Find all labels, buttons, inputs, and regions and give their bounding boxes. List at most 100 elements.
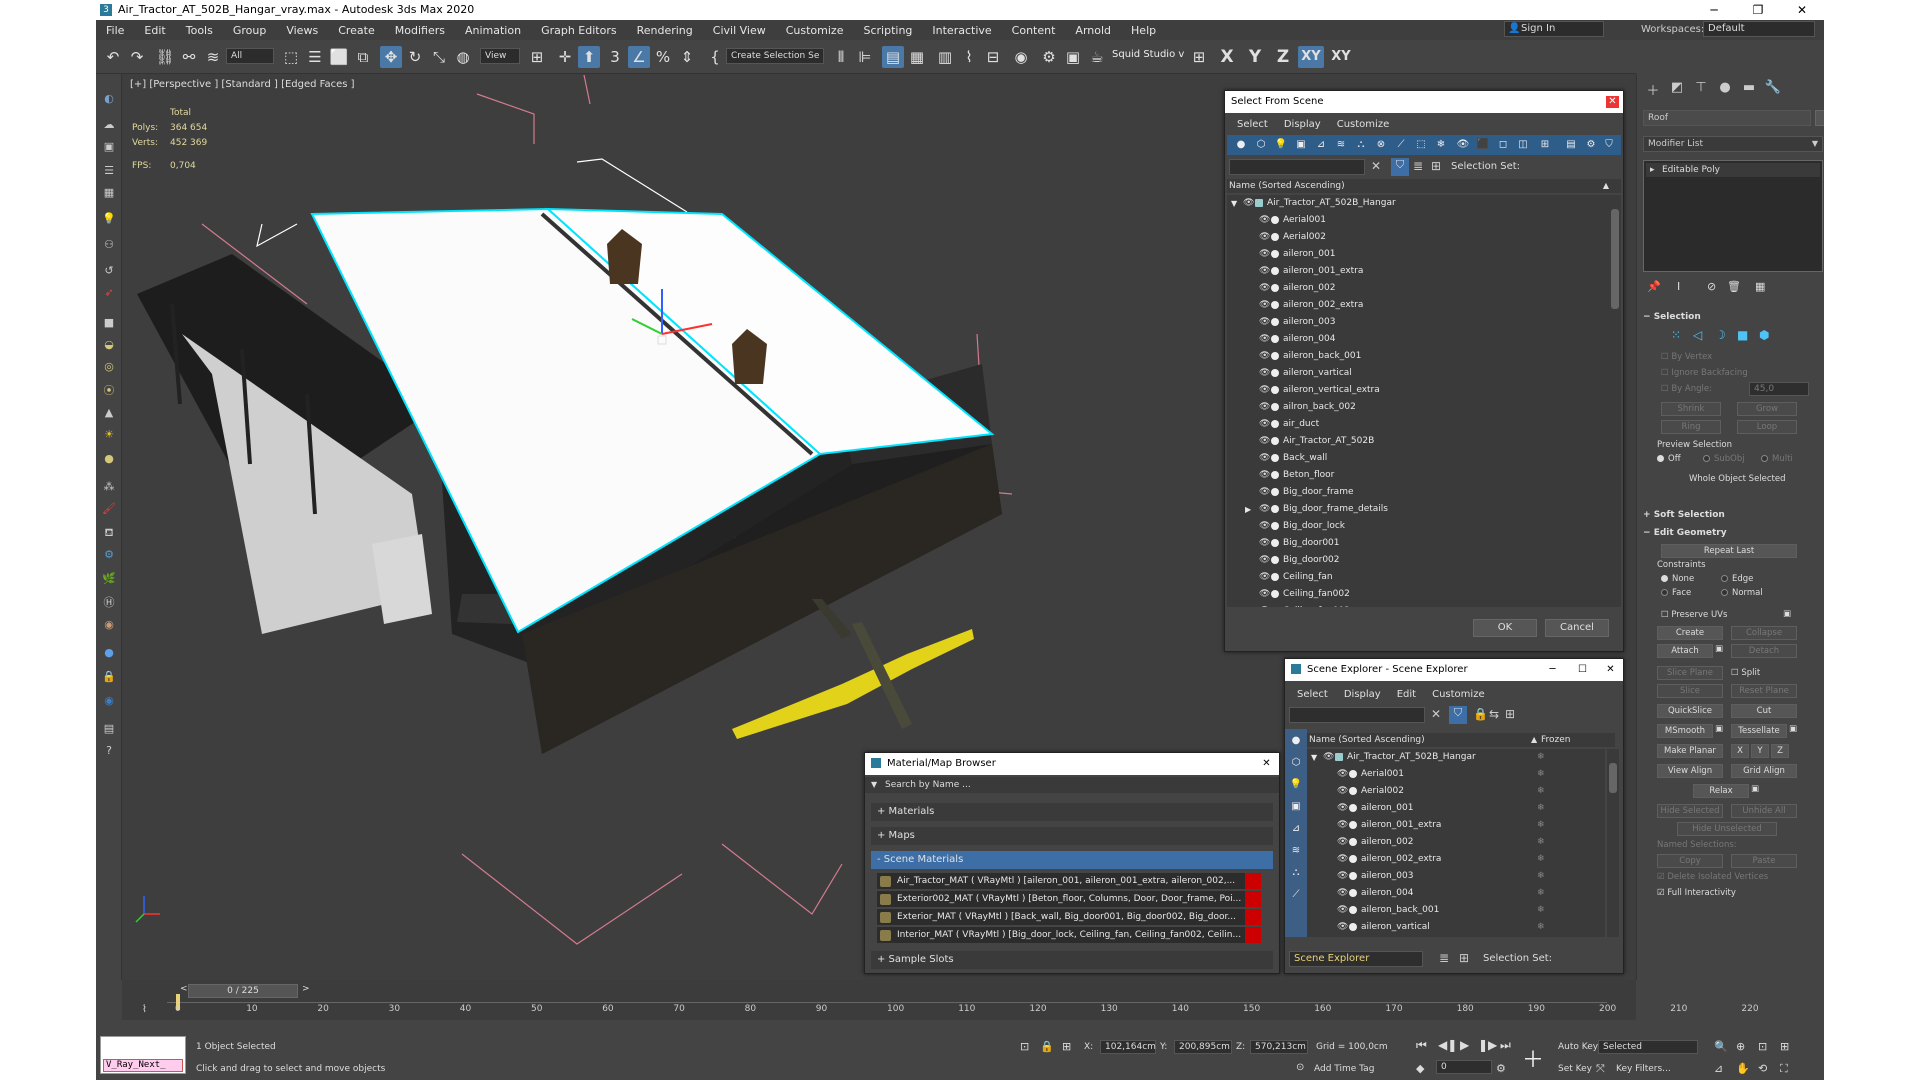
- menu-graph-editors[interactable]: Graph Editors: [541, 24, 617, 37]
- close-icon[interactable]: ✕: [1604, 664, 1617, 676]
- scale-icon[interactable]: ⤡: [428, 46, 450, 68]
- tree-item[interactable]: 👁 Big_door002: [1227, 552, 1609, 569]
- create-selection-set-select[interactable]: Create Selection Se: [726, 48, 824, 64]
- edit-named-sets-icon[interactable]: {: [704, 46, 726, 68]
- visibility-icon[interactable]: 👁: [1259, 368, 1270, 378]
- zoom-icon[interactable]: 🔍: [1714, 1040, 1728, 1053]
- ribbon-icon[interactable]: ▥: [934, 46, 956, 68]
- scene-material-item[interactable]: Exterior002_MAT ( VRayMtl ) [Beton_floor…: [877, 891, 1261, 907]
- window-crossing-icon[interactable]: ⧉: [352, 46, 374, 68]
- filter-icon[interactable]: ⛉: [1601, 138, 1617, 152]
- tree-item[interactable]: 👁 aileron_004 ❄: [1307, 885, 1605, 902]
- visibility-icon[interactable]: 👁: [1259, 402, 1270, 412]
- frozen-icon[interactable]: ❄: [1537, 783, 1545, 800]
- edge-icon[interactable]: ◁: [1693, 328, 1702, 342]
- visibility-icon[interactable]: 👁: [1337, 905, 1348, 915]
- geometry-filter-icon[interactable]: ●: [1233, 138, 1249, 152]
- visibility-icon[interactable]: 👁: [1259, 385, 1270, 395]
- layers-icon[interactable]: ≣: [1413, 159, 1423, 173]
- undo-icon[interactable]: ↶: [102, 46, 124, 68]
- placement-icon[interactable]: ◍: [452, 46, 474, 68]
- attach-list-icon[interactable]: ▣: [1715, 644, 1723, 654]
- msmooth-settings-icon[interactable]: ▣: [1715, 724, 1723, 734]
- sign-in-dropdown[interactable]: 👤 Sign In: [1504, 21, 1604, 37]
- preview-subobj-radio[interactable]: SubObj: [1703, 454, 1745, 464]
- viewport-label[interactable]: [+] [Perspective ] [Standard ] [Edged Fa…: [130, 79, 355, 90]
- lock-icon[interactable]: 🔒: [100, 668, 118, 686]
- angle-input[interactable]: 45,0: [1749, 382, 1809, 396]
- selection-set-icon[interactable]: ⊞: [1431, 159, 1441, 173]
- menu-create[interactable]: Create: [338, 24, 375, 37]
- menu-animation[interactable]: Animation: [465, 24, 521, 37]
- box-primitive-icon[interactable]: ■: [100, 314, 118, 332]
- frozen-icon[interactable]: ❄: [1537, 885, 1545, 902]
- tree-item[interactable]: 👁 Big_door_lock: [1227, 518, 1609, 535]
- split-checkbox[interactable]: ☐ Split: [1731, 668, 1760, 678]
- maxscript-listener[interactable]: V_Ray_Next_: [100, 1036, 186, 1074]
- show-end-result-icon[interactable]: Ⅰ: [1677, 280, 1680, 293]
- help-icon[interactable]: ?: [100, 742, 118, 760]
- object-name-field[interactable]: Roof: [1643, 110, 1811, 126]
- mini-curve-editor-icon[interactable]: ⌇: [142, 1004, 147, 1015]
- tree-root[interactable]: ▼ 👁 Air_Tractor_AT_502B_Hangar ❄: [1307, 749, 1605, 766]
- lock-icon[interactable]: 🔒: [1473, 707, 1488, 721]
- particles-icon[interactable]: ⁂: [100, 478, 118, 496]
- paste-button[interactable]: Paste: [1731, 854, 1797, 868]
- visibility-icon[interactable]: 👁: [1337, 871, 1348, 881]
- visibility-icon[interactable]: 👁: [1337, 820, 1348, 830]
- visibility-icon[interactable]: 👁: [1259, 249, 1270, 259]
- explorer-menu-customize[interactable]: Customize: [1432, 689, 1485, 700]
- scene-material-item[interactable]: Interior_MAT ( VRayMtl ) [Big_door_lock,…: [877, 927, 1261, 943]
- modifier-list-select[interactable]: Modifier List ▼: [1643, 136, 1823, 152]
- zoom-extents-all-icon[interactable]: ⊞: [1780, 1040, 1789, 1053]
- zoom-extents-icon[interactable]: ⊡: [1758, 1040, 1767, 1053]
- tree-item[interactable]: 👁 aileron_001: [1227, 246, 1609, 263]
- move-icon[interactable]: ✥: [380, 46, 402, 68]
- attach-button[interactable]: Attach: [1657, 644, 1713, 658]
- tree-item[interactable]: 👁 aileron_vartical ❄: [1307, 919, 1605, 936]
- visibility-icon[interactable]: 👁: [1337, 888, 1348, 898]
- play-icon[interactable]: ▶: [1460, 1038, 1469, 1052]
- tree-item[interactable]: 👁 Aerial002 ❄: [1307, 783, 1605, 800]
- invert-filter-icon[interactable]: ◫: [1515, 138, 1531, 152]
- minimize-icon[interactable]: ─: [1692, 0, 1736, 20]
- layers-icon[interactable]: ≣: [1439, 951, 1449, 965]
- tree-item[interactable]: 👁 aileron_002 ❄: [1307, 834, 1605, 851]
- remove-modifier-icon[interactable]: 🗑: [1727, 280, 1741, 293]
- cone-icon[interactable]: ▲: [100, 404, 118, 422]
- workspace-select[interactable]: Default: [1703, 21, 1815, 37]
- axis-z-button[interactable]: Z: [1272, 46, 1294, 68]
- next-key-icon[interactable]: ❚▶: [1478, 1038, 1497, 1052]
- reset-plane-button[interactable]: Reset Plane: [1731, 684, 1797, 698]
- slice-button[interactable]: Slice: [1657, 684, 1723, 698]
- visibility-icon[interactable]: 👁: [1243, 198, 1254, 208]
- shape-filter-icon[interactable]: ⬡: [1288, 755, 1304, 771]
- geometry-filter-icon[interactable]: ●: [1288, 733, 1304, 749]
- rect-selection-icon[interactable]: ⬜: [328, 46, 350, 68]
- name-column-header[interactable]: Name (Sorted Ascending) ▲: [1227, 179, 1621, 193]
- tree-root[interactable]: ▼ 👁 Air_Tractor_AT_502B_Hangar: [1227, 195, 1609, 212]
- frozen-filter-icon[interactable]: ❄: [1433, 138, 1449, 152]
- explorer-menu-display[interactable]: Display: [1344, 689, 1381, 700]
- select-by-name-icon[interactable]: ☰: [304, 46, 326, 68]
- all-filter-icon[interactable]: ⬛: [1475, 138, 1491, 152]
- visibility-icon[interactable]: 👁: [1259, 436, 1270, 446]
- x-coord-input[interactable]: 102,164cm: [1100, 1040, 1156, 1054]
- filter-icon[interactable]: ⛉: [1449, 706, 1467, 724]
- msmooth-button[interactable]: MSmooth: [1657, 724, 1713, 738]
- tree-item[interactable]: 👁 aileron_back_001: [1227, 348, 1609, 365]
- visibility-icon[interactable]: 👁: [1323, 752, 1334, 762]
- axis-xy-cycle-button[interactable]: XY: [1328, 46, 1354, 68]
- menu-interactive[interactable]: Interactive: [932, 24, 991, 37]
- camera-filter-icon[interactable]: ▣: [1293, 138, 1309, 152]
- visibility-icon[interactable]: 👁: [1259, 589, 1270, 599]
- visibility-icon[interactable]: 👁: [1259, 555, 1270, 565]
- close-icon[interactable]: ✕: [1780, 0, 1824, 20]
- visibility-icon[interactable]: 👁: [1337, 803, 1348, 813]
- tree-item[interactable]: 👁 Aerial001 ❄: [1307, 766, 1605, 783]
- spacewarp-filter-icon[interactable]: ≋: [1333, 138, 1349, 152]
- object-color-swatch[interactable]: [1815, 110, 1824, 126]
- menu-scripting[interactable]: Scripting: [863, 24, 912, 37]
- tree-item[interactable]: 👁 aileron_back_001 ❄: [1307, 902, 1605, 919]
- curve-editor-icon[interactable]: ⌇: [958, 46, 980, 68]
